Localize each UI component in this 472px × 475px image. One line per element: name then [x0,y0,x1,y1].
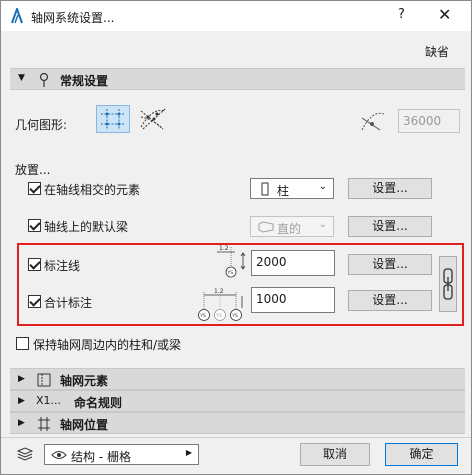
naming-prefix-icon: X1... [36,394,62,407]
geometry-label: 几何图形: [15,118,68,132]
grid-elements-icon [37,373,51,387]
section-grid-location-header[interactable]: ▶ 轴网位置 [10,412,465,434]
section-grid-elements-header[interactable]: ▶ 轴网元素 [10,368,465,390]
dimension-settings-button[interactable]: 设置... [348,254,432,275]
expand-arrow-icon: ▶ [18,396,25,406]
collapse-arrow-icon: ▼ [18,73,25,83]
total-dimension-label: 合计标注 [44,296,93,310]
dimension-label: 标注线 [44,259,81,273]
column-settings-button[interactable]: 设置... [348,178,432,199]
layers-icon [16,447,34,461]
layer-select[interactable]: 结构 - 栅格 ▶ [44,444,199,465]
column-type-select[interactable]: 柱 ⌄ [250,178,334,199]
dropdown-arrow-icon: ▶ [185,448,192,457]
pin-icon [39,72,49,87]
svg-text:YS: YS [227,270,234,276]
help-button[interactable]: ? [398,7,405,22]
beam-type-value: 直的 [277,222,302,236]
dimension-checkbox[interactable] [28,258,41,271]
svg-text:YS: YS [215,313,222,319]
svg-text:YS: YS [231,313,238,319]
dim-icon-text: 1.2 [219,245,229,252]
close-button[interactable]: ✕ [438,5,451,24]
section-general-label: 常规设置 [60,74,109,88]
column-label: 在轴线相交的元素 [44,183,141,197]
radius-input[interactable]: 36000 [398,109,460,133]
placement-label: 放置... [15,163,51,177]
rectangular-grid-icon [101,109,125,129]
layer-value: 结构 - 栅格 [71,450,131,464]
link-settings-button[interactable] [439,256,457,312]
beam-label: 轴线上的默认梁 [44,220,129,234]
chain-link-icon [443,268,453,300]
perimeter-label: 保持轴网周边内的柱和/或梁 [33,338,182,352]
window-title: 轴网系统设置... [31,11,115,25]
column-checkbox[interactable] [28,182,41,195]
ok-button[interactable]: 确定 [385,443,458,466]
column-icon [261,182,269,196]
radius-icon [361,112,385,131]
svg-text:YS: YS [199,313,206,319]
beam-icon [258,221,274,233]
section-grid-elements-label: 轴网元素 [60,374,109,388]
rectangular-grid-tool[interactable] [96,105,130,133]
total-dimension-offset-input[interactable]: 1000 [251,287,335,313]
total-dimension-icon: 1.2 YS YS YS [198,288,243,321]
beam-settings-button[interactable]: 设置... [348,216,432,237]
cancel-button[interactable]: 取消 [300,443,370,466]
section-grid-location-label: 轴网位置 [60,418,109,432]
grid-system-settings-dialog: 轴网系统设置... ? ✕ 缺省 ▼ 常规设置 几何图形: 36000 放置..… [0,0,472,475]
expand-arrow-icon: ▶ [18,374,25,384]
beam-checkbox[interactable] [28,219,41,232]
grid-location-icon [38,417,50,431]
section-naming-label: 命名规则 [74,396,123,410]
eye-icon [51,451,67,459]
total-dimension-settings-button[interactable]: 设置... [348,290,432,311]
total-dimension-checkbox[interactable] [28,295,41,308]
beam-type-select[interactable]: 直的 ⌄ [250,216,334,237]
archicad-logo-icon [11,8,23,24]
chevron-down-icon: ⌄ [318,219,327,230]
defaults-button[interactable]: 缺省 [425,43,449,60]
dimension-line-icon: 1.2 YS [217,245,246,278]
expand-arrow-icon: ▶ [18,418,25,428]
radial-grid-tool-icon[interactable] [137,105,169,133]
chevron-down-icon: ⌄ [318,181,327,192]
section-general-header[interactable]: ▼ 常规设置 [10,68,465,90]
title-bar: 轴网系统设置... ? ✕ [1,1,471,31]
perimeter-checkbox[interactable] [16,337,29,350]
svg-text:1.2: 1.2 [214,288,224,295]
dimension-offset-input[interactable]: 2000 [251,250,335,276]
footer-divider [1,437,471,438]
column-type-value: 柱 [277,184,290,198]
section-naming-header[interactable]: ▶ X1... 命名规则 [10,390,465,412]
